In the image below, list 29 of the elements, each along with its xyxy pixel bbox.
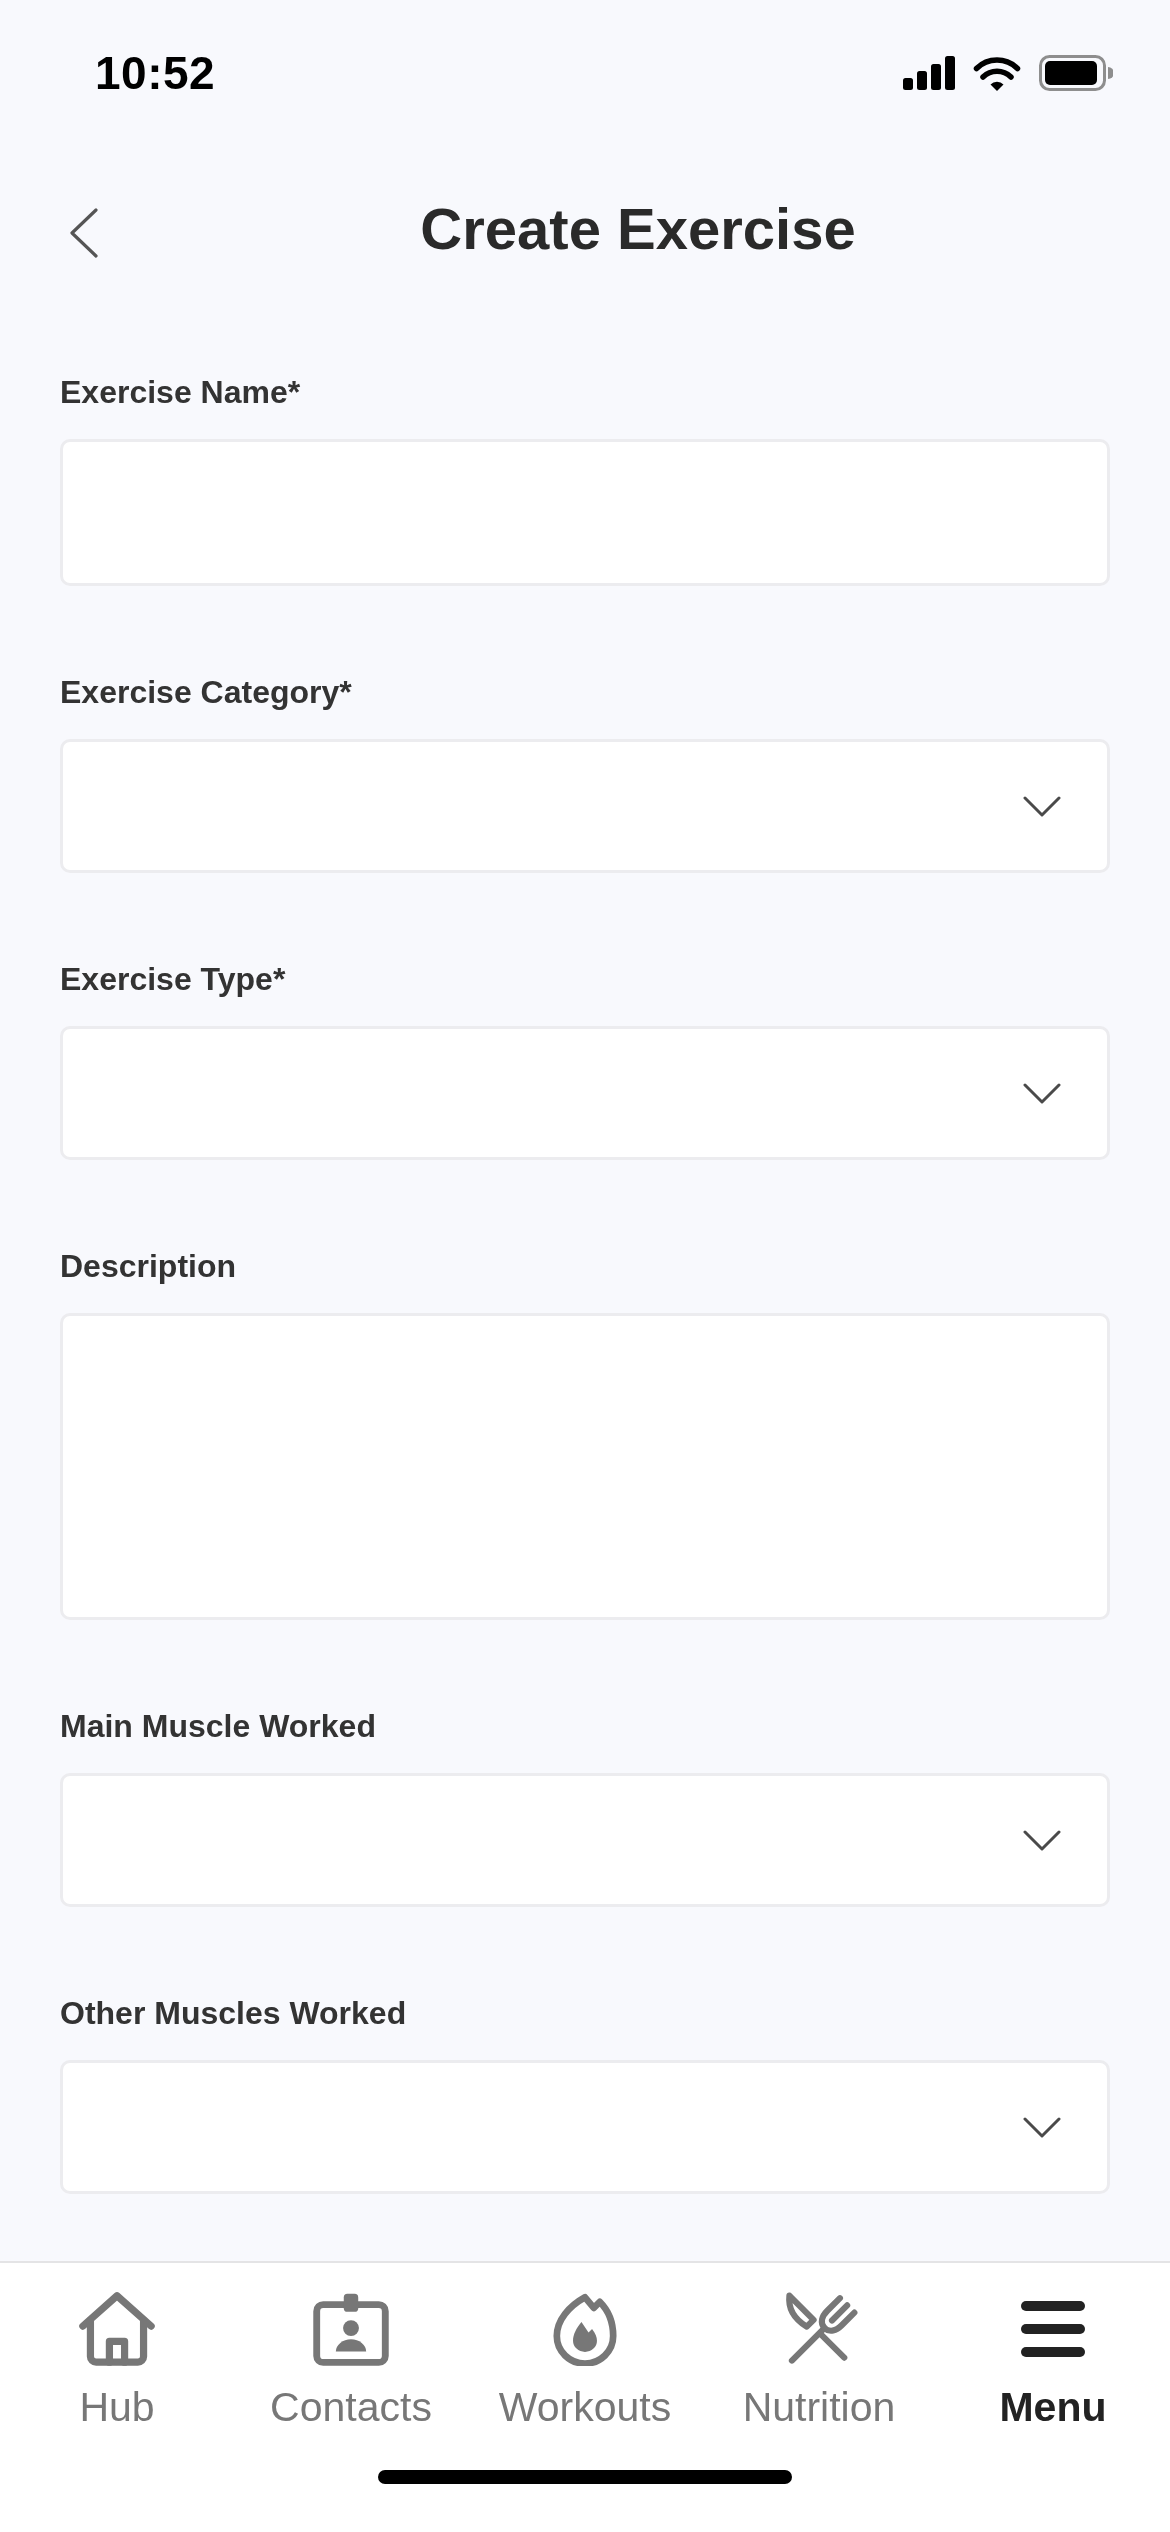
- field-label: Exercise Category*: [60, 673, 352, 712]
- id-badge-icon: [311, 2292, 391, 2366]
- flame-icon: [553, 2292, 617, 2366]
- field-label: Other Muscles Worked: [60, 1994, 407, 2033]
- dropdown-field[interactable]: [60, 1026, 1110, 1160]
- tab-bar-item[interactable]: Workouts: [498, 2289, 672, 2431]
- chevron-down-icon: [1023, 1829, 1061, 1851]
- status-time: 10:52: [95, 46, 216, 100]
- chevron-down-icon: [1023, 2116, 1061, 2138]
- field-label: Main Muscle Worked: [60, 1707, 376, 1746]
- dropdown-field[interactable]: [60, 2060, 1110, 2194]
- page-title: Create Exercise: [419, 194, 857, 262]
- tab-bar-item[interactable]: Menu: [999, 2289, 1107, 2431]
- signal-icon: [903, 56, 955, 90]
- dropdown-field[interactable]: [60, 1773, 1110, 1907]
- home-icon: [76, 2292, 158, 2366]
- field-label: Exercise Name*: [60, 373, 301, 412]
- tab-bar-item[interactable]: Contacts: [270, 2289, 432, 2431]
- chevron-left-icon: [70, 208, 98, 258]
- tab-bar-item[interactable]: Hub: [76, 2289, 158, 2431]
- wifi-icon: [973, 55, 1021, 91]
- menu-icon: [1021, 2301, 1085, 2357]
- tab-bar-item[interactable]: Nutrition: [742, 2289, 896, 2431]
- battery-icon: [1039, 55, 1113, 91]
- chevron-down-icon: [1023, 795, 1061, 817]
- field-label: Description: [60, 1247, 237, 1286]
- dropdown-field[interactable]: [60, 739, 1110, 873]
- field-label: Exercise Type*: [60, 960, 286, 999]
- chevron-down-icon: [1023, 1082, 1061, 1104]
